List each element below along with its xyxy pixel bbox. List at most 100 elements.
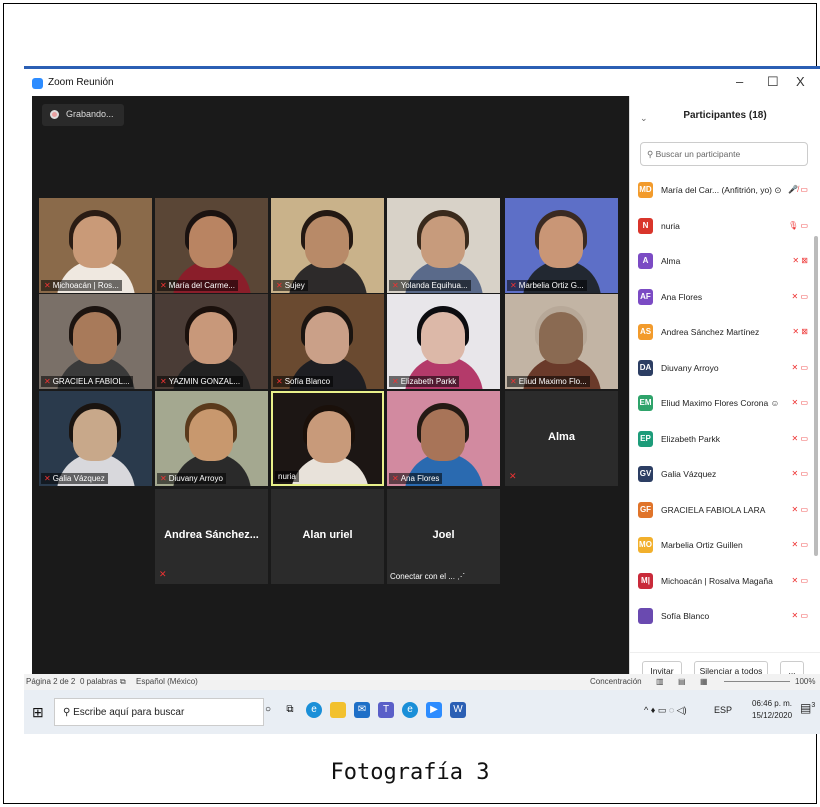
participant-face	[539, 312, 583, 364]
teams-icon[interactable]: T	[378, 702, 394, 718]
zoom-app-icon[interactable]: ▶	[426, 702, 442, 718]
avatar: DA	[638, 359, 653, 376]
participant-face	[189, 409, 233, 461]
window-title: Zoom Reunión	[48, 77, 114, 88]
language[interactable]: Español (México)	[136, 677, 198, 686]
video-tile[interactable]: ✕ Sujey	[271, 198, 384, 293]
tile-name-label: ✕ Yolanda Equihua...	[389, 280, 471, 291]
video-tile[interactable]: ✕ Galia Vázquez	[39, 391, 152, 486]
edge-icon[interactable]: e	[306, 702, 322, 718]
video-tile[interactable]: Alan uriel	[271, 489, 384, 584]
participant-name: Andrea Sánchez Martínez	[661, 327, 760, 337]
maximize-button[interactable]: ☐	[767, 74, 779, 90]
task-view-icon[interactable]: ⧉	[282, 702, 298, 718]
participant-face	[421, 409, 465, 461]
participant-search-input[interactable]: ⚲ Buscar un participante	[640, 142, 808, 166]
tile-name-label: ✕ Sujey	[273, 280, 308, 291]
print-layout-icon[interactable]: ▤	[678, 677, 686, 686]
participant-row[interactable]: M| Michoacán | Rosalva Magaña ✕ ▭	[638, 565, 812, 601]
windows-start-icon[interactable]: ⊞	[32, 704, 44, 721]
tile-name-label: ✕ Diuvany Arroyo	[157, 473, 226, 484]
web-layout-icon[interactable]: ▦	[700, 677, 708, 686]
read-mode-icon[interactable]: ▥	[656, 677, 664, 686]
video-tile[interactable]: Joel Conectar con el ... ⋰	[387, 489, 500, 584]
photo-caption: Fotografía 3	[330, 760, 490, 785]
panel-scrollbar[interactable]	[814, 236, 818, 556]
participant-row[interactable]: A Alma ✕ ⊠	[638, 245, 812, 281]
participant-row[interactable]: Nnuria 🎙 ▭	[638, 210, 812, 246]
participant-row[interactable]: MD María del Car... (Anfitrión, yo) ⊙ 🎤̸ ▭	[638, 174, 812, 210]
tile-status: Conectar con el ... ⋰	[390, 572, 466, 581]
notifications-icon[interactable]: ▤3	[800, 701, 815, 715]
participant-row[interactable]: Sofía Blanco ✕ ▭	[638, 600, 812, 636]
participant-row[interactable]: GF GRACIELA FABIOLA LARA ✕ ▭	[638, 494, 812, 530]
participant-search-placeholder: Buscar un participante	[655, 149, 741, 159]
avatar: AF	[638, 288, 653, 305]
participant-row[interactable]: AF Ana Flores ✕ ▭	[638, 281, 812, 317]
tile-name: Alma	[548, 431, 575, 443]
recording-indicator[interactable]: Grabando...	[42, 104, 124, 126]
video-gallery: Grabando... ✕ Michoacán | Ros... ✕ María de…	[32, 96, 629, 688]
participants-panel: ⌄ Participantes (18) ⚲ Buscar un partici…	[629, 96, 820, 688]
tile-name: Elizabeth Parkk	[400, 377, 457, 386]
video-tile[interactable]: ✕ Ana Flores	[387, 391, 500, 486]
video-tile[interactable]: ✕ GRACIELA FABIOL...	[39, 294, 152, 389]
tile-name: Galia Vázquez	[52, 474, 105, 483]
clock[interactable]: 06:46 p. m. 15/12/2020	[752, 698, 792, 722]
word-icon[interactable]: W	[450, 702, 466, 718]
participant-row[interactable]: AS Andrea Sánchez Martínez ✕ ⊠	[638, 316, 812, 352]
participant-row[interactable]: DA Diuvany Arroyo ✕ ▭	[638, 352, 812, 388]
muted-mic-icon: ✕	[160, 474, 167, 483]
mic-video-status-icon: ✕ ▭	[791, 398, 808, 407]
mic-video-status-icon: ✕ ⊠	[792, 256, 808, 265]
participant-row[interactable]: GV Galia Vázquez ✕ ▭	[638, 458, 812, 494]
participant-face	[189, 216, 233, 268]
muted-mic-icon: ✕	[160, 377, 167, 386]
video-tile[interactable]: ✕ YAZMIN GONZAL...	[155, 294, 268, 389]
focus-mode[interactable]: Concentración	[590, 677, 642, 686]
tile-name-label: ✕ Ana Flores	[389, 473, 443, 484]
video-tile[interactable]: ✕ Yolanda Equihua...	[387, 198, 500, 293]
video-tile[interactable]: ✕ Michoacán | Ros...	[39, 198, 152, 293]
avatar: A	[638, 253, 653, 269]
avatar: MD	[638, 182, 653, 198]
zoom-slider[interactable]	[724, 681, 790, 682]
participant-name: Elizabeth Parkk	[661, 433, 721, 444]
muted-mic-icon: ✕	[392, 474, 399, 483]
participant-face	[73, 312, 117, 364]
file-explorer-icon[interactable]	[330, 702, 346, 718]
mail-icon[interactable]: ✉	[354, 702, 370, 718]
muted-mic-icon: ✕	[510, 377, 517, 386]
video-tile[interactable]: Alma ✕	[505, 391, 618, 486]
muted-mic-icon: ✕	[44, 281, 51, 290]
video-tile[interactable]: ✕ Elizabeth Parkk	[387, 294, 500, 389]
proofing-icon[interactable]: ⧉	[120, 677, 126, 687]
video-tile[interactable]: Andrea Sánchez... ✕	[155, 489, 268, 584]
participant-row[interactable]: EM Eliud Maximo Flores Corona ☺ ✕ ▭	[638, 387, 812, 423]
tray-icons[interactable]: ^ ♦ ▭ ◌ ◁)	[644, 705, 687, 716]
participant-name: Sofía Blanco	[661, 611, 710, 621]
participant-row[interactable]: MO Marbelia Ortiz Guillen ✕ ▭	[638, 529, 812, 565]
zoom-level[interactable]: 100%	[795, 677, 815, 686]
tile-name: Ana Flores	[400, 474, 440, 483]
video-tile[interactable]: ✕ Marbelia Ortiz G...	[505, 198, 618, 293]
participant-name: María del Car... (Anfitrión, yo) ⊙	[661, 185, 782, 195]
muted-mic-icon: ✕	[509, 471, 517, 481]
input-language[interactable]: ESP	[714, 705, 732, 715]
edge-beta-icon[interactable]: e	[402, 702, 418, 718]
tile-name-label: ✕ Marbelia Ortiz G...	[507, 280, 587, 291]
video-tile[interactable]: ✕ Sofía Blanco	[271, 294, 384, 389]
video-tile[interactable]: ✕ Diuvany Arroyo	[155, 391, 268, 486]
minimize-button[interactable]: –	[736, 74, 743, 89]
video-tile[interactable]: ✕ María del Carme...	[155, 198, 268, 293]
video-tile[interactable]: ✕ Eliud Maximo Flo...	[505, 294, 618, 389]
avatar: AS	[638, 324, 653, 340]
participant-row[interactable]: EP Elizabeth Parkk ✕ ▭	[638, 423, 812, 459]
close-button[interactable]: X	[796, 74, 805, 89]
tile-name: Joel	[432, 529, 455, 541]
mic-video-status-icon: 🎙 ▭	[788, 220, 808, 230]
cortana-icon[interactable]: ○	[260, 702, 276, 718]
video-tile[interactable]: nuria	[271, 391, 384, 486]
taskbar-search-input[interactable]: ⚲ Escribe aquí para buscar	[54, 698, 264, 726]
participant-name: Marbelia Ortiz Guillen	[661, 540, 743, 550]
